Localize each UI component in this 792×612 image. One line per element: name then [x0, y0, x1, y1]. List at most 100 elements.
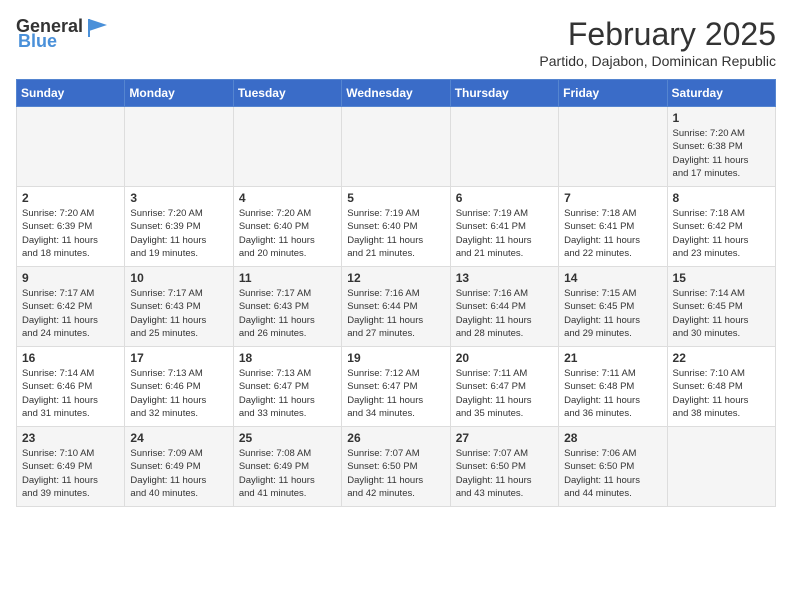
- calendar-week-row: 16 Sunrise: 7:14 AM Sunset: 6:46 PM Dayli…: [17, 347, 776, 427]
- calendar-week-row: 2 Sunrise: 7:20 AM Sunset: 6:39 PM Daylig…: [17, 187, 776, 267]
- day-number: 15: [673, 271, 770, 285]
- month-title: February 2025: [539, 16, 776, 53]
- subtitle: Partido, Dajabon, Dominican Republic: [539, 53, 776, 69]
- day-number: 11: [239, 271, 336, 285]
- day-number: 17: [130, 351, 227, 365]
- day-info: Sunrise: 7:17 AM Sunset: 6:43 PM Dayligh…: [130, 287, 227, 340]
- day-number: 18: [239, 351, 336, 365]
- calendar-cell: 7 Sunrise: 7:18 AM Sunset: 6:41 PM Daylig…: [559, 187, 667, 267]
- day-number: 1: [673, 111, 770, 125]
- day-number: 24: [130, 431, 227, 445]
- day-info: Sunrise: 7:18 AM Sunset: 6:41 PM Dayligh…: [564, 207, 661, 260]
- calendar-cell: 3 Sunrise: 7:20 AM Sunset: 6:39 PM Daylig…: [125, 187, 233, 267]
- calendar-week-row: 1 Sunrise: 7:20 AM Sunset: 6:38 PM Daylig…: [17, 107, 776, 187]
- calendar-cell: 21 Sunrise: 7:11 AM Sunset: 6:48 PM Dayli…: [559, 347, 667, 427]
- day-number: 4: [239, 191, 336, 205]
- calendar-cell: 11 Sunrise: 7:17 AM Sunset: 6:43 PM Dayli…: [233, 267, 341, 347]
- day-number: 22: [673, 351, 770, 365]
- day-info: Sunrise: 7:10 AM Sunset: 6:49 PM Dayligh…: [22, 447, 119, 500]
- day-info: Sunrise: 7:20 AM Sunset: 6:40 PM Dayligh…: [239, 207, 336, 260]
- day-number: 6: [456, 191, 553, 205]
- calendar-cell: 27 Sunrise: 7:07 AM Sunset: 6:50 PM Dayli…: [450, 427, 558, 507]
- day-info: Sunrise: 7:11 AM Sunset: 6:48 PM Dayligh…: [564, 367, 661, 420]
- day-number: 3: [130, 191, 227, 205]
- header: General Blue February 2025 Partido, Daja…: [16, 16, 776, 69]
- day-info: Sunrise: 7:20 AM Sunset: 6:39 PM Dayligh…: [130, 207, 227, 260]
- calendar-cell: 19 Sunrise: 7:12 AM Sunset: 6:47 PM Dayli…: [342, 347, 450, 427]
- calendar-cell: [667, 427, 775, 507]
- day-number: 26: [347, 431, 444, 445]
- day-info: Sunrise: 7:14 AM Sunset: 6:46 PM Dayligh…: [22, 367, 119, 420]
- day-info: Sunrise: 7:19 AM Sunset: 6:40 PM Dayligh…: [347, 207, 444, 260]
- calendar-cell: 1 Sunrise: 7:20 AM Sunset: 6:38 PM Daylig…: [667, 107, 775, 187]
- day-info: Sunrise: 7:13 AM Sunset: 6:46 PM Dayligh…: [130, 367, 227, 420]
- day-number: 9: [22, 271, 119, 285]
- calendar-table: SundayMondayTuesdayWednesdayThursdayFrid…: [16, 79, 776, 507]
- day-info: Sunrise: 7:17 AM Sunset: 6:43 PM Dayligh…: [239, 287, 336, 340]
- calendar-cell: 8Sunrise: 7:18 AM Sunset: 6:42 PM Daylig…: [667, 187, 775, 267]
- weekday-header-wednesday: Wednesday: [342, 80, 450, 107]
- weekday-header-tuesday: Tuesday: [233, 80, 341, 107]
- day-number: 7: [564, 191, 661, 205]
- day-info: Sunrise: 7:12 AM Sunset: 6:47 PM Dayligh…: [347, 367, 444, 420]
- calendar-cell: 28 Sunrise: 7:06 AM Sunset: 6:50 PM Dayli…: [559, 427, 667, 507]
- calendar-cell: 16 Sunrise: 7:14 AM Sunset: 6:46 PM Dayli…: [17, 347, 125, 427]
- day-info: Sunrise: 7:06 AM Sunset: 6:50 PM Dayligh…: [564, 447, 661, 500]
- calendar-cell: 6 Sunrise: 7:19 AM Sunset: 6:41 PM Daylig…: [450, 187, 558, 267]
- day-number: 5: [347, 191, 444, 205]
- logo-flag-icon: [85, 17, 109, 37]
- calendar-cell: 9Sunrise: 7:17 AM Sunset: 6:42 PM Daylig…: [17, 267, 125, 347]
- calendar-cell: 17 Sunrise: 7:13 AM Sunset: 6:46 PM Dayli…: [125, 347, 233, 427]
- title-area: February 2025 Partido, Dajabon, Dominica…: [539, 16, 776, 69]
- weekday-header-monday: Monday: [125, 80, 233, 107]
- calendar-cell: [450, 107, 558, 187]
- day-number: 25: [239, 431, 336, 445]
- calendar-cell: 25 Sunrise: 7:08 AM Sunset: 6:49 PM Dayli…: [233, 427, 341, 507]
- calendar-cell: 2 Sunrise: 7:20 AM Sunset: 6:39 PM Daylig…: [17, 187, 125, 267]
- day-number: 21: [564, 351, 661, 365]
- day-info: Sunrise: 7:15 AM Sunset: 6:45 PM Dayligh…: [564, 287, 661, 340]
- weekday-header-thursday: Thursday: [450, 80, 558, 107]
- day-number: 10: [130, 271, 227, 285]
- day-info: Sunrise: 7:13 AM Sunset: 6:47 PM Dayligh…: [239, 367, 336, 420]
- calendar-cell: 13 Sunrise: 7:16 AM Sunset: 6:44 PM Dayli…: [450, 267, 558, 347]
- day-number: 23: [22, 431, 119, 445]
- calendar-cell: [125, 107, 233, 187]
- day-info: Sunrise: 7:20 AM Sunset: 6:39 PM Dayligh…: [22, 207, 119, 260]
- day-number: 16: [22, 351, 119, 365]
- logo-blue: Blue: [18, 31, 57, 52]
- weekday-header-sunday: Sunday: [17, 80, 125, 107]
- calendar-cell: 14 Sunrise: 7:15 AM Sunset: 6:45 PM Dayli…: [559, 267, 667, 347]
- day-number: 13: [456, 271, 553, 285]
- day-number: 20: [456, 351, 553, 365]
- day-number: 19: [347, 351, 444, 365]
- calendar-cell: 22 Sunrise: 7:10 AM Sunset: 6:48 PM Dayli…: [667, 347, 775, 427]
- day-info: Sunrise: 7:14 AM Sunset: 6:45 PM Dayligh…: [673, 287, 770, 340]
- day-info: Sunrise: 7:10 AM Sunset: 6:48 PM Dayligh…: [673, 367, 770, 420]
- day-number: 27: [456, 431, 553, 445]
- weekday-header-row: SundayMondayTuesdayWednesdayThursdayFrid…: [17, 80, 776, 107]
- day-info: Sunrise: 7:20 AM Sunset: 6:38 PM Dayligh…: [673, 127, 770, 180]
- calendar-cell: 26 Sunrise: 7:07 AM Sunset: 6:50 PM Dayli…: [342, 427, 450, 507]
- calendar-week-row: 23 Sunrise: 7:10 AM Sunset: 6:49 PM Dayli…: [17, 427, 776, 507]
- calendar-cell: [17, 107, 125, 187]
- calendar-cell: 15 Sunrise: 7:14 AM Sunset: 6:45 PM Dayli…: [667, 267, 775, 347]
- weekday-header-saturday: Saturday: [667, 80, 775, 107]
- calendar-cell: 10 Sunrise: 7:17 AM Sunset: 6:43 PM Dayli…: [125, 267, 233, 347]
- calendar-week-row: 9Sunrise: 7:17 AM Sunset: 6:42 PM Daylig…: [17, 267, 776, 347]
- calendar-cell: [342, 107, 450, 187]
- day-number: 14: [564, 271, 661, 285]
- day-info: Sunrise: 7:08 AM Sunset: 6:49 PM Dayligh…: [239, 447, 336, 500]
- day-info: Sunrise: 7:16 AM Sunset: 6:44 PM Dayligh…: [347, 287, 444, 340]
- calendar-cell: 18 Sunrise: 7:13 AM Sunset: 6:47 PM Dayli…: [233, 347, 341, 427]
- calendar-cell: 23 Sunrise: 7:10 AM Sunset: 6:49 PM Dayli…: [17, 427, 125, 507]
- day-number: 8: [673, 191, 770, 205]
- day-number: 28: [564, 431, 661, 445]
- calendar-cell: 24Sunrise: 7:09 AM Sunset: 6:49 PM Dayli…: [125, 427, 233, 507]
- day-info: Sunrise: 7:16 AM Sunset: 6:44 PM Dayligh…: [456, 287, 553, 340]
- day-info: Sunrise: 7:07 AM Sunset: 6:50 PM Dayligh…: [456, 447, 553, 500]
- day-info: Sunrise: 7:19 AM Sunset: 6:41 PM Dayligh…: [456, 207, 553, 260]
- day-info: Sunrise: 7:11 AM Sunset: 6:47 PM Dayligh…: [456, 367, 553, 420]
- day-number: 2: [22, 191, 119, 205]
- day-info: Sunrise: 7:07 AM Sunset: 6:50 PM Dayligh…: [347, 447, 444, 500]
